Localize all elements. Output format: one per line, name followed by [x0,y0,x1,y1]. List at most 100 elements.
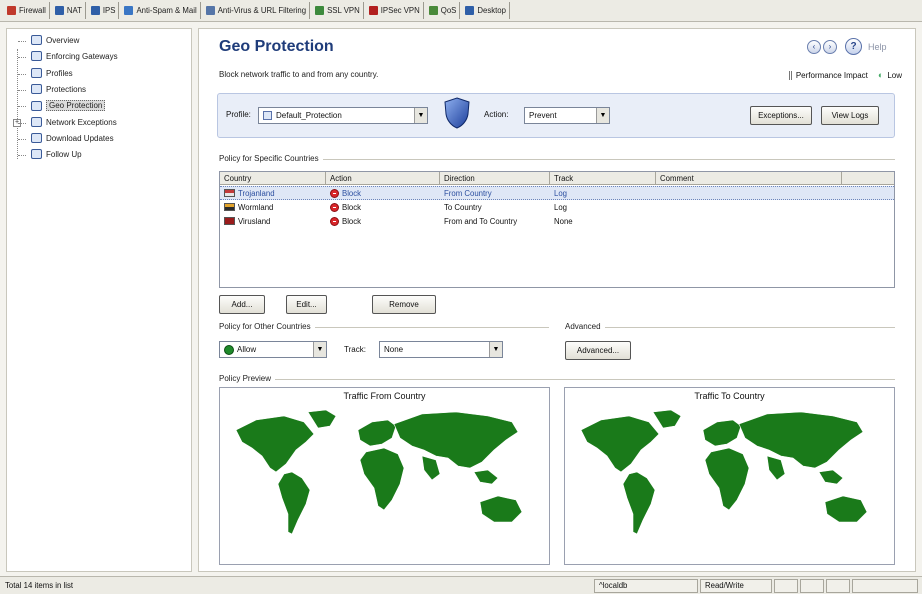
page-subtitle: Block network traffic to and from any co… [219,70,379,79]
geo-protection-icon [31,100,42,111]
cell-action: Block [326,202,440,212]
exceptions-button[interactable]: Exceptions... [750,106,812,125]
map-from-title: Traffic From Country [343,391,426,401]
tree-item-label: Protections [46,84,87,94]
tree-item-label: Geo Protection [46,100,106,111]
tab-ipsec-vpn[interactable]: IPSec VPN [366,2,424,19]
status-cell [774,579,798,593]
col-action[interactable]: Action [326,172,440,185]
tab-label: QoS [440,6,457,15]
tab-nat[interactable]: NAT [52,2,86,19]
block-icon [330,216,339,226]
chevron-down-icon[interactable]: ▼ [596,108,609,123]
col-track[interactable]: Track [550,172,656,185]
track-select[interactable]: None ▼ [379,341,503,358]
cell-country: Wormland [220,203,326,212]
tree-item-label: Follow Up [46,149,82,159]
protections-icon [31,84,42,94]
firewall-icon [7,6,16,15]
page-title: Geo Protection [219,38,334,55]
advanced-button[interactable]: Advanced... [565,341,631,360]
tab-desktop[interactable]: Desktop [462,2,510,19]
cell-text: Block [342,216,362,226]
help-link[interactable]: Help [868,42,887,52]
table-row[interactable]: Wormland Block To Country Log [220,200,894,214]
forward-icon[interactable]: › [823,39,837,54]
action-select-value: Prevent [529,111,557,120]
tree-item-overview[interactable]: Overview [31,35,79,45]
divider [565,327,895,328]
flag-icon [224,217,235,225]
status-cell [800,579,824,593]
performance-value: Low [887,70,902,80]
tab-label: Desktop [477,6,506,15]
remove-button[interactable]: Remove [372,295,436,314]
tree-item-geo-protection[interactable]: Geo Protection [31,100,106,111]
tab-firewall[interactable]: Firewall [4,2,50,19]
profile-bar: Profile: Default_Protection ▼ Action: Pr… [217,93,895,138]
tree-item-network-exceptions[interactable]: Network Exceptions [31,117,117,127]
status-items-text: Total 14 items in list [5,581,74,590]
tab-qos[interactable]: QoS [426,2,461,19]
profile-select[interactable]: Default_Protection ▼ [258,107,428,124]
table-row[interactable]: Trojanland Block From Country Log [220,186,894,200]
chevron-down-icon[interactable]: ▼ [489,342,502,357]
cell-text: Trojanland [238,188,275,198]
map-to-title: Traffic To Country [694,391,765,401]
chevron-down-icon[interactable]: ▼ [414,108,427,123]
cell-text: Block [342,188,362,198]
world-map-icon [580,409,868,535]
gauge-icon: ◐ [877,70,884,80]
tab-label: Anti-Virus & URL Filtering [217,6,307,15]
tree-item-profiles[interactable]: Profiles [31,68,73,78]
action-select[interactable]: Prevent ▼ [524,107,610,124]
col-comment[interactable]: Comment [656,172,842,185]
tab-ssl-vpn[interactable]: SSL VPN [312,2,364,19]
tree-item-enforcing-gateways[interactable]: Enforcing Gateways [31,51,118,61]
divider [219,379,895,380]
add-button[interactable]: Add... [219,295,265,314]
network-exceptions-icon [31,117,42,127]
cell-text: None [554,216,573,226]
chevron-down-icon[interactable]: ▼ [313,342,326,357]
overview-icon [31,35,42,45]
tree-item-follow-up[interactable]: Follow Up [31,149,82,159]
blade-toolbar: Firewall NAT IPS Anti-Spam & Mail Anti-Virus… [0,0,922,22]
map-from-country: Traffic From Country [219,387,550,565]
policy-preview-heading: Policy Preview [219,374,276,383]
tree-item-download-updates[interactable]: Download Updates [31,133,114,143]
ipsec-vpn-icon [368,6,378,15]
cell-track: None [550,217,656,226]
tree-item-protections[interactable]: Protections [31,84,86,94]
view-logs-button[interactable]: View Logs [821,106,879,125]
tab-label: Anti-Spam & Mail [136,6,197,15]
track-select-value: None [384,345,404,354]
col-country[interactable]: Country [220,172,326,185]
flag-icon [224,189,235,197]
profiles-icon [31,68,42,78]
col-direction[interactable]: Direction [440,172,550,185]
tab-label: SSL VPN [327,6,360,15]
app-window: Firewall NAT IPS Anti-Spam & Mail Anti-Virus… [0,0,922,594]
edit-button[interactable]: Edit... [286,295,327,314]
cell-action: Block [326,216,440,226]
status-cell [826,579,850,593]
tab-anti-spam-mail[interactable]: Anti-Spam & Mail [121,2,201,19]
action-label: Action: [484,110,509,119]
allow-icon [224,344,234,355]
cell-text: Block [342,202,362,212]
back-icon[interactable]: ‹ [807,39,821,54]
other-action-select[interactable]: Allow ▼ [219,341,327,358]
advanced-heading: Advanced [565,322,605,331]
tab-label: IPS [102,6,116,15]
track-label: Track: [344,345,366,354]
block-icon [330,202,339,212]
tab-ips[interactable]: IPS [88,2,120,19]
cell-direction: To Country [440,203,550,212]
tab-anti-virus-url-filtering[interactable]: Anti-Virus & URL Filtering [203,2,311,19]
nav-buttons: ‹ › ? Help [807,38,887,55]
help-icon[interactable]: ? [845,38,862,55]
ips-icon [90,6,100,15]
table-row[interactable]: Virusland Block From and To Country None [220,214,894,228]
main-panel: Geo Protection Block network traffic to … [198,28,916,572]
